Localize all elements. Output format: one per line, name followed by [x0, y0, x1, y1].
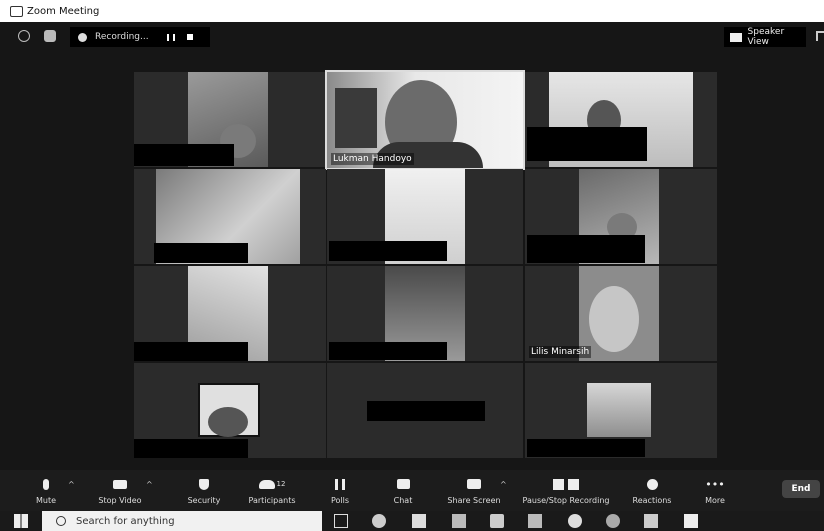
- fullscreen-icon[interactable]: [816, 31, 824, 41]
- info-icon[interactable]: [18, 30, 30, 42]
- meeting-topbar: Recording... Speaker View: [0, 22, 824, 52]
- reactions-icon: [646, 478, 658, 490]
- polls-label: Polls: [330, 496, 350, 505]
- polls-icon: [335, 478, 345, 490]
- video-camera-icon: [113, 479, 127, 489]
- participant-name: Lukman Handoyo: [331, 153, 414, 165]
- meeting-controls-toolbar: Mute ^ Stop Video ^ Security 12 Particip…: [0, 470, 824, 511]
- speaker-view-button[interactable]: Speaker View: [724, 27, 806, 47]
- video-tile[interactable]: [525, 72, 717, 167]
- shield-icon[interactable]: [44, 30, 56, 42]
- recording-controls-icon: [553, 478, 579, 490]
- share-screen-icon: [467, 479, 481, 489]
- more-button[interactable]: ••• More: [700, 470, 730, 511]
- security-label: Security: [187, 496, 221, 505]
- powerpoint-icon[interactable]: [606, 514, 620, 528]
- chat-icon: [396, 479, 410, 489]
- video-tile[interactable]: [327, 266, 523, 361]
- pause-stop-recording-button[interactable]: Pause/Stop Recording: [518, 470, 614, 511]
- mute-label: Mute: [35, 496, 57, 505]
- video-tile[interactable]: Lilis Minarsih: [525, 266, 717, 361]
- window-titlebar: Zoom Meeting: [0, 0, 824, 22]
- audio-options-caret[interactable]: ^: [68, 480, 75, 489]
- more-icon: •••: [705, 477, 725, 491]
- recording-label: Recording...: [95, 32, 149, 42]
- store-icon[interactable]: [412, 514, 426, 528]
- video-tile[interactable]: [327, 363, 523, 458]
- window-title: Zoom Meeting: [27, 5, 100, 17]
- stop-icon[interactable]: [186, 34, 193, 40]
- end-meeting-button[interactable]: End: [782, 480, 820, 498]
- stop-video-button[interactable]: Stop Video: [90, 470, 150, 511]
- video-tile[interactable]: [134, 72, 326, 167]
- video-tile[interactable]: [525, 169, 717, 264]
- chat-label: Chat: [393, 496, 413, 505]
- video-gallery: Recording... Speaker View Lukman Handoyo: [0, 22, 824, 470]
- video-tile[interactable]: [525, 363, 717, 458]
- participant-name: Lilis Minarsih: [529, 346, 592, 358]
- participants-count: 12: [276, 480, 286, 488]
- share-screen-button[interactable]: Share Screen: [444, 470, 504, 511]
- zoom-app-icon: [10, 5, 23, 17]
- mail-icon[interactable]: [452, 514, 466, 528]
- share-options-caret[interactable]: ^: [500, 480, 507, 489]
- video-tile[interactable]: [134, 169, 326, 264]
- windows-taskbar: Search for anything: [0, 511, 824, 531]
- photos-icon[interactable]: [528, 514, 542, 528]
- task-view-icon[interactable]: [334, 514, 348, 528]
- search-icon: [56, 516, 66, 526]
- video-options-caret[interactable]: ^: [146, 480, 153, 489]
- video-tile[interactable]: [134, 363, 326, 458]
- reactions-label: Reactions: [632, 496, 672, 505]
- pause-icon[interactable]: [166, 33, 175, 41]
- zoom-taskbar-icon[interactable]: [684, 514, 698, 528]
- video-tile[interactable]: [134, 266, 326, 361]
- polls-button[interactable]: Polls: [326, 470, 354, 511]
- video-tile-active-speaker[interactable]: Lukman Handoyo: [325, 70, 525, 170]
- app-icon[interactable]: [490, 514, 504, 528]
- recording-indicator: Recording...: [70, 27, 210, 47]
- microphone-icon: [43, 478, 49, 490]
- security-button[interactable]: Security: [184, 470, 224, 511]
- record-icon: [78, 32, 87, 42]
- edge-browser-icon[interactable]: [372, 514, 386, 528]
- video-tile[interactable]: [327, 169, 523, 264]
- speaker-view-label: Speaker View: [747, 27, 785, 47]
- mute-button[interactable]: Mute: [28, 470, 64, 511]
- speaker-view-icon: [730, 32, 742, 42]
- participants-icon: [258, 479, 275, 489]
- search-placeholder: Search for anything: [76, 515, 175, 527]
- security-shield-icon: [199, 478, 209, 490]
- media-icon[interactable]: [568, 514, 582, 528]
- reactions-button[interactable]: Reactions: [630, 470, 674, 511]
- chat-button[interactable]: Chat: [388, 470, 418, 511]
- stop-video-label: Stop Video: [98, 496, 142, 505]
- more-label: More: [705, 496, 725, 505]
- windows-start-icon[interactable]: [14, 514, 28, 528]
- word-icon[interactable]: [644, 514, 658, 528]
- taskbar-search-box[interactable]: Search for anything: [42, 511, 322, 531]
- participants-button[interactable]: 12 Participants: [244, 470, 300, 511]
- pause-stop-recording-label: Pause/Stop Recording: [522, 496, 610, 505]
- participants-label: Participants: [248, 496, 296, 505]
- share-screen-label: Share Screen: [447, 496, 501, 505]
